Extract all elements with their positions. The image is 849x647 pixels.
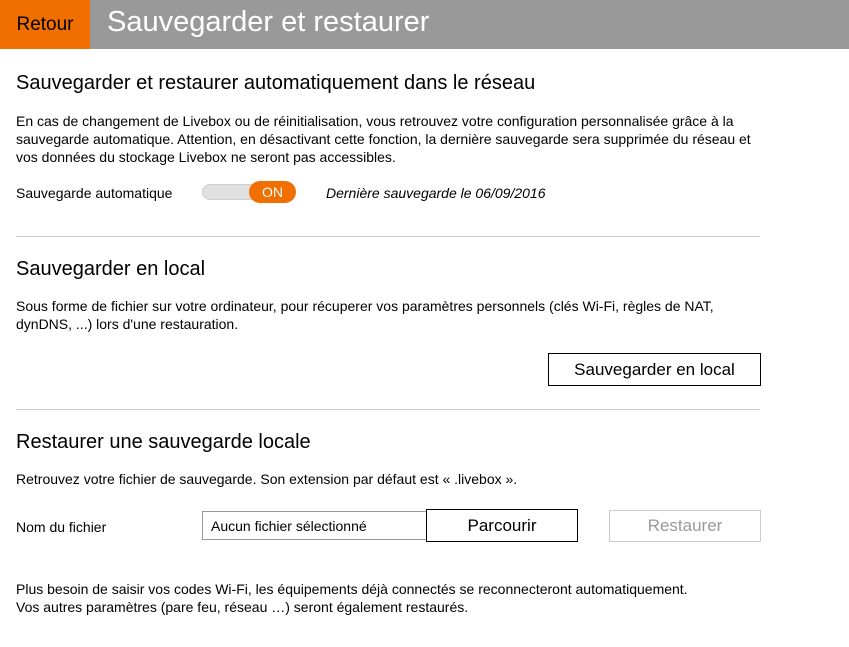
divider <box>16 236 760 237</box>
auto-backup-description: En cas de changement de Livebox ou de ré… <box>16 113 751 165</box>
restore-description: Retrouvez votre fichier de sauvegarde. S… <box>16 471 518 487</box>
file-name-field[interactable]: Aucun fichier sélectionné <box>202 511 428 540</box>
last-save-info: Dernière sauvegarde le 06/09/2016 <box>326 185 546 201</box>
auto-backup-toggle[interactable]: ON <box>202 181 296 203</box>
back-button[interactable]: Retour <box>0 0 90 49</box>
toggle-state: ON <box>249 181 296 203</box>
browse-button[interactable]: Parcourir <box>426 509 578 542</box>
divider <box>16 409 760 410</box>
header-bar: Retour Sauvegarder et restaurer <box>0 0 849 49</box>
restore-button[interactable]: Restaurer <box>609 510 761 542</box>
auto-backup-label: Sauvegarde automatique <box>16 185 173 201</box>
local-backup-description: Sous forme de fichier sur votre ordinate… <box>16 298 714 332</box>
page-title: Sauvegarder et restaurer <box>107 6 430 38</box>
auto-backup-title: Sauvegarder et restaurer automatiquement… <box>16 72 536 94</box>
save-local-button[interactable]: Sauvegarder en local <box>548 353 761 386</box>
restore-footer-line1: Plus besoin de saisir vos codes Wi-Fi, l… <box>16 581 688 597</box>
restore-footer-line2: Vos autres paramètres (pare feu, réseau … <box>16 599 469 615</box>
local-backup-title: Sauvegarder en local <box>16 258 206 280</box>
file-name-label: Nom du fichier <box>16 519 107 535</box>
restore-title: Restaurer une sauvegarde locale <box>16 431 311 453</box>
